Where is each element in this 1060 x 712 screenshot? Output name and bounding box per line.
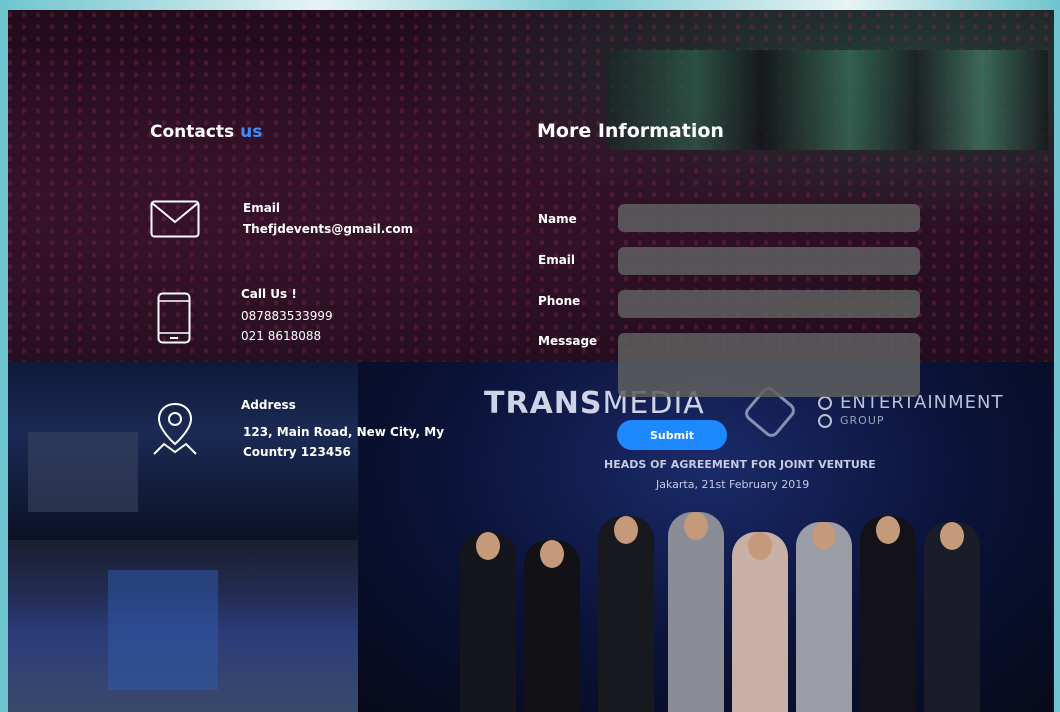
left-border [0, 0, 8, 712]
email-field-label: Email [538, 253, 576, 267]
smartphone-icon [157, 292, 191, 344]
banner-group: GROUP [840, 414, 885, 427]
people-group-photo [460, 510, 1000, 712]
email-value[interactable]: Thefjdevents@gmail.com [243, 219, 413, 239]
name-label: Name [538, 212, 577, 226]
email-input[interactable] [618, 247, 920, 275]
message-textarea[interactable] [618, 333, 920, 397]
banner-headline: HEADS OF AGREEMENT FOR JOINT VENTURE [604, 458, 876, 471]
submit-button[interactable]: Submit [617, 420, 727, 450]
address-line-1: 123, Main Road, New City, My [243, 425, 445, 439]
phone-field-label: Phone [538, 294, 581, 308]
phone-number-2[interactable]: 021 8618088 [241, 326, 321, 346]
email-label: Email [243, 201, 281, 215]
contacts-heading: Contacts us [150, 122, 263, 142]
top-border [0, 0, 1060, 10]
mail-icon [150, 200, 200, 238]
address-label: Address [241, 398, 296, 412]
address-line-2: Country 123456 [243, 445, 351, 459]
store-background-image [8, 540, 358, 712]
phone-input[interactable] [618, 290, 920, 318]
more-information-heading: More Information [537, 120, 724, 142]
contact-page: TRANSMEDIA ENTERTAINMENT GROUP HEADS OF … [0, 0, 1060, 712]
map-pin-icon [153, 402, 197, 455]
phone-label: Call Us ! [241, 287, 297, 301]
banner-dateline: Jakarta, 21st February 2019 [656, 478, 810, 491]
name-input[interactable] [618, 204, 920, 232]
phone-number-1[interactable]: 087883533999 [241, 306, 333, 326]
right-border [1054, 0, 1060, 712]
message-label: Message [538, 334, 598, 348]
